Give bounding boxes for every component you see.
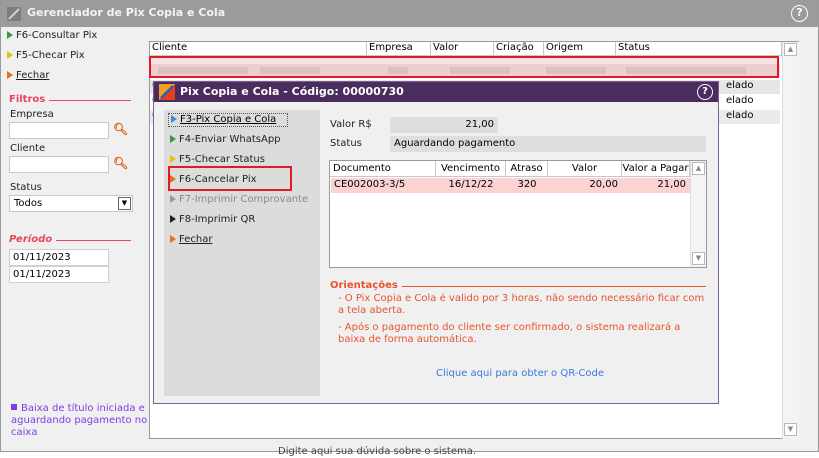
col-header-valor[interactable]: Valor: [431, 42, 494, 56]
dialog-help-icon[interactable]: ?: [697, 84, 713, 100]
status-select[interactable]: Todos ▼: [9, 195, 133, 212]
status-field: Aguardando pagamento: [390, 136, 706, 152]
periodo-title: Período: [9, 234, 53, 245]
orientacoes-text-1: - O Pix Copia e Cola é valido por 3 hora…: [338, 293, 705, 316]
filters-divider: [49, 100, 131, 101]
pix-logo-icon: [159, 84, 175, 100]
empresa-label: Empresa: [10, 109, 54, 120]
col-header-documento[interactable]: Documento: [330, 161, 436, 177]
imprimir-comprovante-button[interactable]: F7-Imprimir Comprovante: [170, 194, 308, 205]
pix-copia-cola-button[interactable]: F3-Pix Copia e Cola: [168, 113, 288, 127]
yellow-arrow-icon: [170, 155, 176, 163]
black-arrow-icon: [170, 215, 176, 223]
grey-arrow-icon: [170, 195, 176, 203]
documents-scrollbar[interactable]: ▲ ▼: [690, 161, 706, 267]
window-titlebar: Gerenciador de Pix Copia e Cola ?: [1, 1, 818, 27]
col-header-atraso[interactable]: Atraso: [506, 161, 548, 177]
valor-label: Valor R$: [330, 119, 372, 130]
cell-valor-pagar: 21,00: [657, 179, 686, 190]
orange-arrow-icon: [170, 235, 176, 243]
scroll-up-icon[interactable]: ▲: [784, 43, 797, 56]
date-to-input[interactable]: 01/11/2023: [9, 266, 109, 283]
orange-arrow-icon: [7, 71, 13, 79]
checar-pix-button[interactable]: F5-Checar Pix: [7, 50, 85, 65]
col-header-cliente[interactable]: Cliente: [150, 42, 367, 56]
orientacoes-divider: [402, 286, 706, 287]
col-header-valor-pagar[interactable]: Valor a Pagar: [622, 161, 690, 177]
imprimir-qr-button[interactable]: F8-Imprimir QR: [170, 214, 255, 225]
cell-atraso: 320: [517, 179, 537, 190]
orientacoes-title: Orientações: [330, 280, 398, 291]
dialog-fechar-button[interactable]: Fechar: [170, 234, 212, 245]
consultar-pix-button[interactable]: F6-Consultar Pix: [7, 30, 97, 45]
col-header-criacao[interactable]: Criação: [494, 42, 544, 56]
app-icon: [7, 7, 21, 21]
valor-field: 21,00: [390, 117, 498, 133]
green-arrow-icon: [7, 31, 13, 39]
status-label: Status: [10, 182, 42, 193]
checar-status-button[interactable]: F5-Checar Status: [170, 154, 265, 165]
cell-valor: 20,00: [589, 179, 618, 190]
col-header-empresa[interactable]: Empresa: [367, 42, 431, 56]
scroll-up-icon[interactable]: ▲: [692, 162, 705, 175]
legend-note: Baixa de título iniciada e aguardando pa…: [11, 403, 148, 438]
cell-vencimento: 16/12/22: [448, 179, 494, 190]
yellow-arrow-icon: [7, 51, 13, 59]
cell-documento: CE002003-3/5: [334, 179, 406, 190]
purple-square-icon: [11, 404, 17, 410]
green-arrow-icon: [170, 135, 176, 143]
scroll-down-icon[interactable]: ▼: [784, 423, 797, 436]
empresa-search-icon[interactable]: 🔍︎: [113, 122, 128, 136]
col-header-origem[interactable]: Origem: [544, 42, 616, 56]
enviar-whatsapp-button[interactable]: F4-Enviar WhatsApp: [170, 134, 281, 145]
qr-code-link[interactable]: Clique aqui para obter o QR-Code: [436, 368, 604, 379]
col-header-valor[interactable]: Valor: [548, 161, 622, 177]
documents-table[interactable]: Documento Vencimento Atraso Valor Valor …: [329, 160, 707, 268]
dialog-menu: F3-Pix Copia e Cola F4-Enviar WhatsApp F…: [164, 110, 320, 396]
col-header-status[interactable]: Status: [616, 42, 782, 56]
status-select-value: Todos: [14, 198, 43, 209]
date-from-input[interactable]: 01/11/2023: [9, 249, 109, 266]
col-header-vencimento[interactable]: Vencimento: [436, 161, 506, 177]
cliente-label: Cliente: [10, 143, 46, 154]
cliente-search-icon[interactable]: 🔍︎: [113, 156, 128, 170]
dialog-title: Pix Copia e Cola - Código: 00000730: [180, 85, 404, 98]
dialog-titlebar: Pix Copia e Cola - Código: 00000730 ?: [154, 82, 718, 102]
help-question-input[interactable]: Digite aqui sua dúvida sobre o sistema.: [278, 446, 476, 457]
empresa-input[interactable]: [9, 122, 109, 139]
pix-dialog: Pix Copia e Cola - Código: 00000730 ? F3…: [153, 81, 719, 404]
cancelar-pix-highlight: [168, 166, 292, 191]
help-icon[interactable]: ?: [791, 5, 808, 22]
blue-arrow-icon: [171, 115, 177, 123]
cliente-input[interactable]: [9, 156, 109, 173]
window-title: Gerenciador de Pix Copia e Cola: [27, 6, 226, 19]
grid-scrollbar[interactable]: ▲ ▼: [782, 42, 799, 439]
scroll-down-icon[interactable]: ▼: [692, 252, 705, 265]
fechar-button[interactable]: Fechar: [7, 70, 49, 85]
filters-title: Filtros: [9, 94, 46, 105]
chevron-down-icon[interactable]: ▼: [118, 197, 131, 210]
periodo-divider: [56, 240, 131, 241]
highlighted-row-marker: [149, 56, 779, 78]
status-detail-label: Status: [330, 138, 362, 149]
orientacoes-text-2: - Após o pagamento do cliente ser confir…: [338, 322, 681, 345]
